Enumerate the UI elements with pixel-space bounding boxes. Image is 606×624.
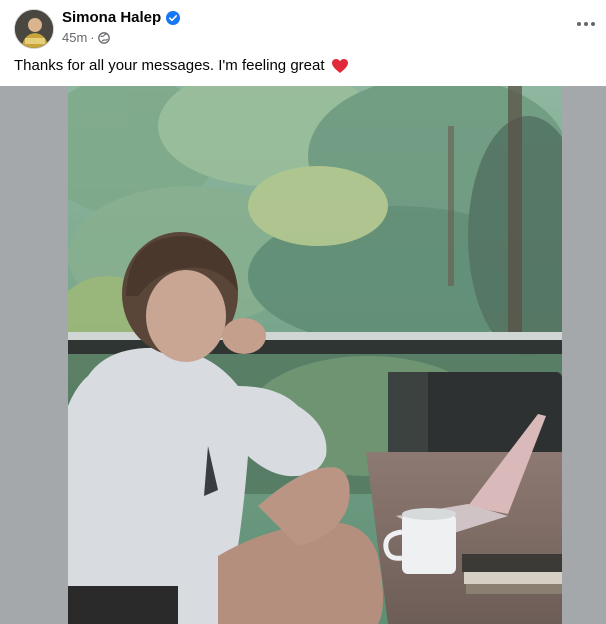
author-name-link[interactable]: Simona Halep xyxy=(62,9,181,26)
post-meta: 45m · xyxy=(62,30,110,45)
post-header: Simona Halep 45m · xyxy=(0,0,606,52)
globe-icon[interactable] xyxy=(97,31,110,44)
post-message: Thanks for all your messages. I'm feelin… xyxy=(14,57,325,74)
verified-badge-icon xyxy=(166,10,181,25)
red-heart-icon xyxy=(331,58,349,74)
post-timestamp[interactable]: 45m xyxy=(62,30,87,45)
post-media[interactable] xyxy=(0,86,606,624)
post-text: Thanks for all your messages. I'm feelin… xyxy=(14,57,592,74)
author-name[interactable]: Simona Halep xyxy=(62,9,161,26)
meta-separator: · xyxy=(90,30,95,45)
post-photo[interactable] xyxy=(68,86,562,624)
more-horizontal-icon xyxy=(577,22,595,26)
more-options-button[interactable] xyxy=(574,12,598,36)
avatar[interactable] xyxy=(14,9,54,49)
